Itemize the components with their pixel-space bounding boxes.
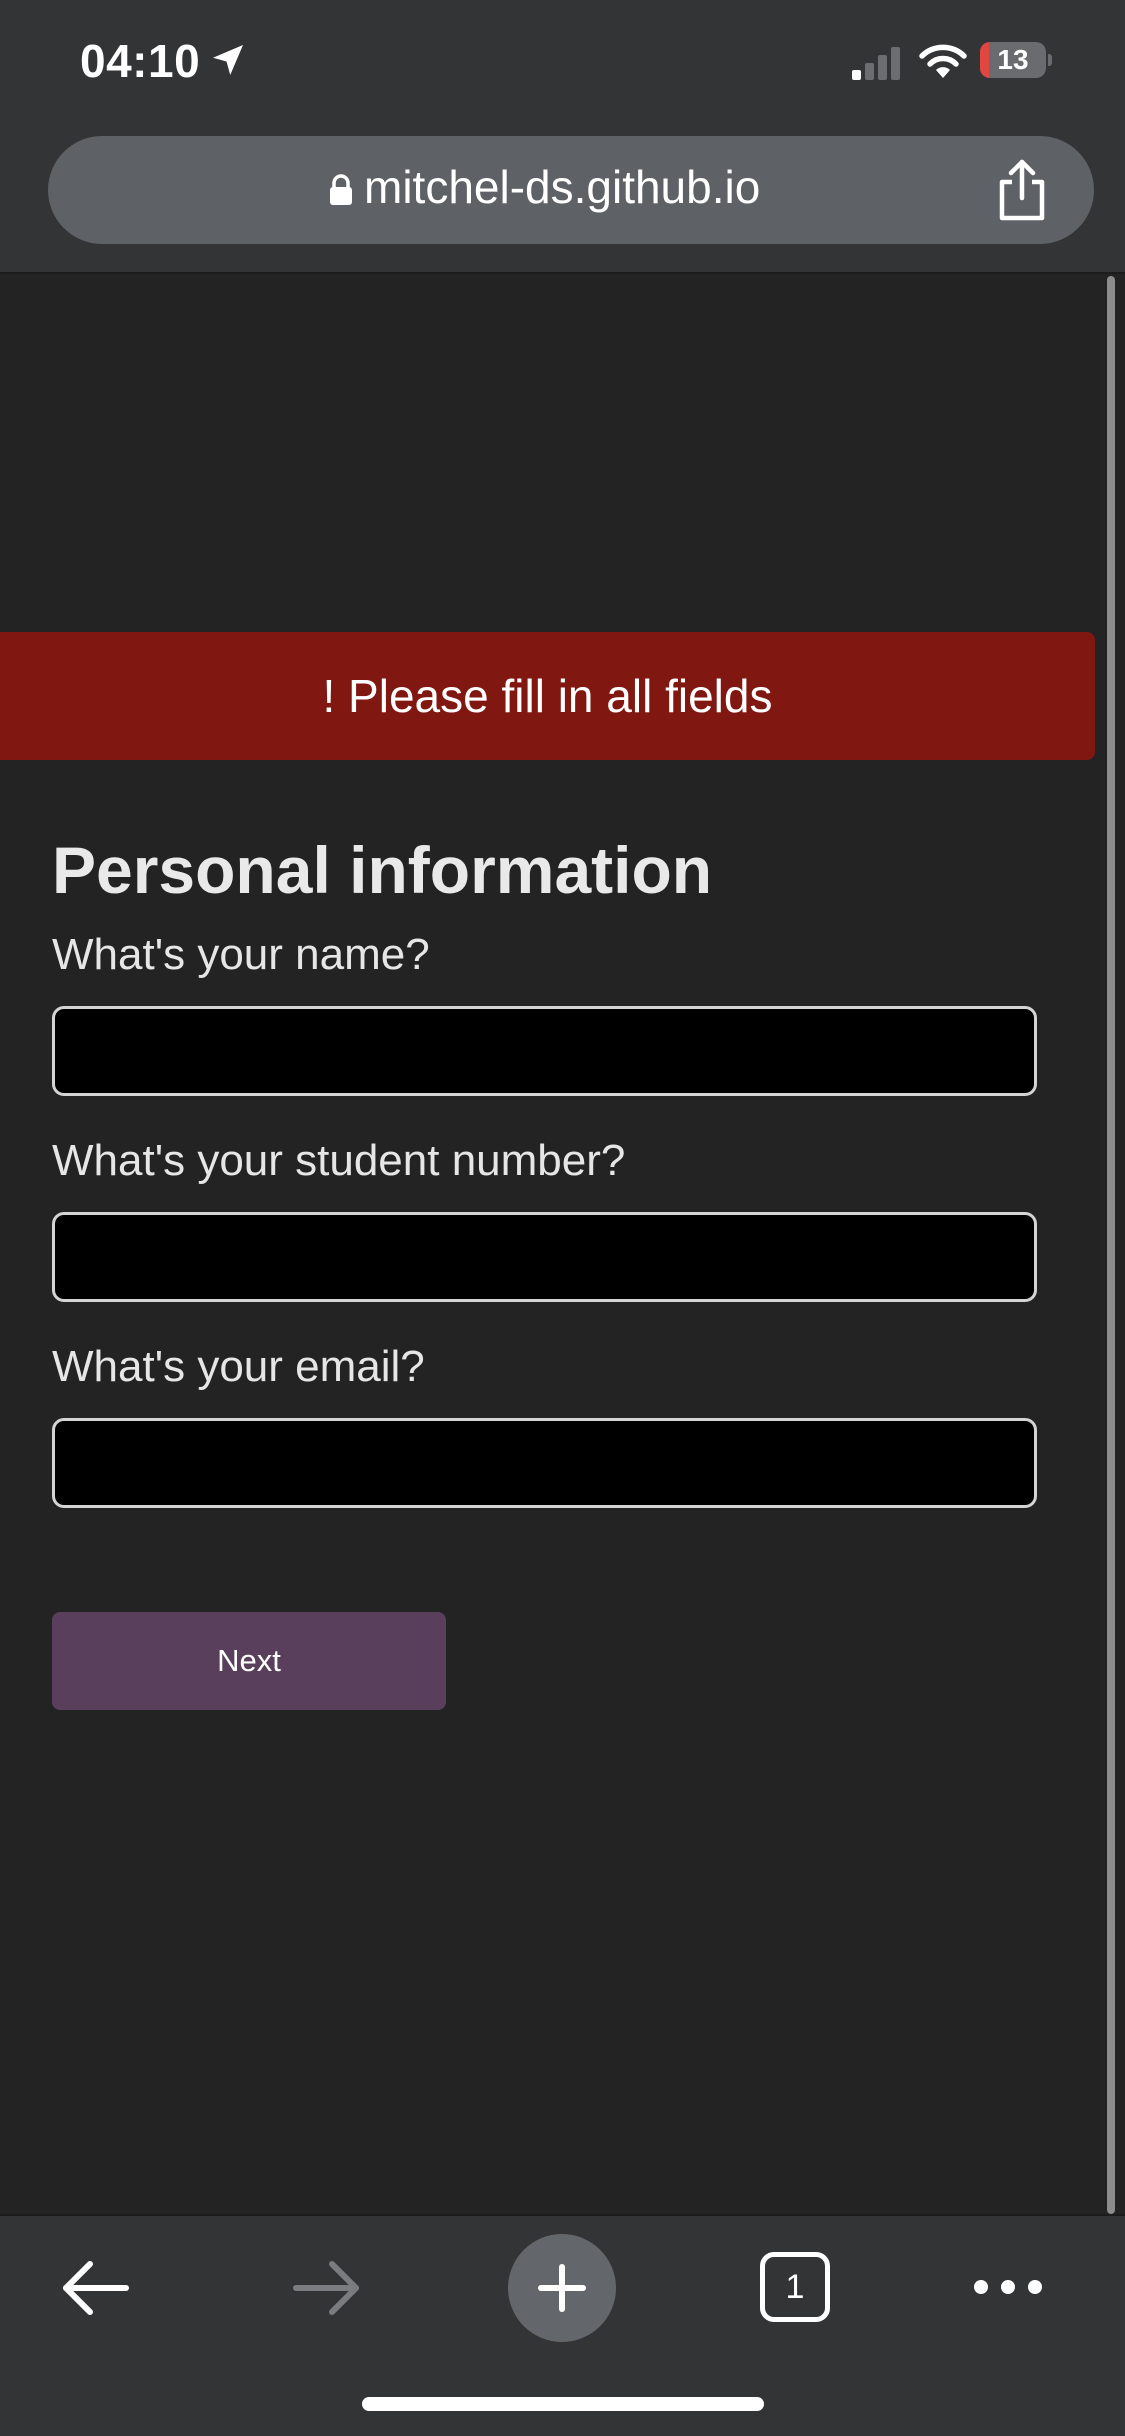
email-label: What's your email?	[52, 1342, 425, 1391]
next-button[interactable]: Next	[52, 1612, 446, 1710]
share-icon[interactable]	[994, 158, 1050, 222]
student-number-label: What's your student number?	[52, 1136, 626, 1185]
error-message: ! Please fill in all fields	[322, 670, 773, 722]
phone-screen: 04:10 13 mitchel-ds.github.io ! Please f…	[0, 0, 1125, 2436]
tabs-icon[interactable]: 1	[760, 2252, 830, 2322]
battery-level: 13	[997, 44, 1029, 75]
location-arrow-icon	[213, 45, 243, 75]
home-indicator[interactable]	[362, 2397, 764, 2411]
status-time: 04:10	[80, 35, 201, 87]
battery-icon: 13	[980, 42, 1052, 78]
wifi-icon	[919, 44, 967, 78]
scrollbar[interactable]	[1107, 276, 1115, 2214]
student-number-input[interactable]	[52, 1212, 1037, 1302]
browser-address-bar: mitchel-ds.github.io	[0, 130, 1125, 274]
email-input[interactable]	[52, 1418, 1037, 1508]
back-arrow-icon[interactable]	[58, 2258, 132, 2318]
plus-icon	[538, 2264, 586, 2312]
new-tab-button[interactable]	[508, 2234, 616, 2342]
url-text: mitchel-ds.github.io	[364, 161, 761, 213]
status-bar: 04:10 13	[0, 0, 1125, 130]
lock-icon	[330, 174, 352, 205]
name-input[interactable]	[52, 1006, 1037, 1096]
url-field[interactable]: mitchel-ds.github.io	[48, 136, 1094, 244]
error-banner: ! Please fill in all fields	[0, 632, 1095, 760]
tab-count: 1	[785, 2267, 805, 2306]
battery-cap	[1048, 54, 1052, 66]
more-dots-icon[interactable]	[972, 2272, 1044, 2302]
section-title: Personal information	[52, 833, 713, 907]
forward-arrow-icon[interactable]	[290, 2258, 364, 2318]
battery-body: 13	[980, 42, 1046, 78]
cellular-signal-icon	[852, 47, 900, 80]
name-label: What's your name?	[52, 930, 430, 979]
